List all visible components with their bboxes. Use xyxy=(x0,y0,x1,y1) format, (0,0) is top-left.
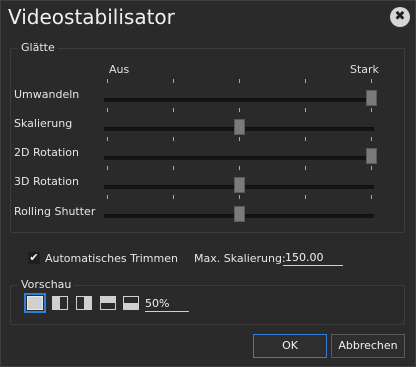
split-horizontal-bottom-icon[interactable] xyxy=(123,296,139,310)
scale-max-label: Stark xyxy=(350,63,379,76)
slider-label-3d-rotation: 3D Rotation xyxy=(14,175,79,188)
slider-tick xyxy=(239,166,240,170)
slider-tick xyxy=(173,137,174,141)
slider-tick xyxy=(305,166,306,170)
split-horizontal-top-icon[interactable] xyxy=(100,296,116,310)
slider-track xyxy=(104,98,374,102)
scale-min-label: Aus xyxy=(109,63,130,76)
slider-transform[interactable] xyxy=(104,79,377,107)
slider-track xyxy=(104,156,374,160)
slider-tick xyxy=(173,166,174,170)
slider-thumb[interactable] xyxy=(234,119,245,135)
slider-thumb[interactable] xyxy=(234,177,245,193)
preview-group-title: Vorschau xyxy=(18,278,75,291)
single-view-icon[interactable] xyxy=(24,293,46,313)
slider-thumb[interactable] xyxy=(366,148,377,164)
slider-label-scaling: Skalierung xyxy=(14,117,73,130)
split-vertical-right-icon[interactable] xyxy=(76,296,92,310)
slider-tick xyxy=(305,137,306,141)
close-icon[interactable]: ✖ xyxy=(390,7,410,27)
slider-tick xyxy=(107,195,108,199)
slider-tick xyxy=(371,79,372,83)
slider-rolling-shutter[interactable] xyxy=(104,195,374,223)
slider-thumb[interactable] xyxy=(234,206,245,222)
slider-tick xyxy=(173,108,174,112)
slider-label-2d-rotation: 2D Rotation xyxy=(14,146,79,159)
slider-label-transform: Umwandeln xyxy=(14,88,80,101)
slider-label-rolling-shutter: Rolling Shutter xyxy=(14,205,96,218)
cancel-button[interactable]: Abbrechen xyxy=(331,334,405,358)
max-scaling-input[interactable]: 150.00 xyxy=(283,251,343,266)
ok-button[interactable]: OK xyxy=(253,334,327,358)
slider-tick xyxy=(173,79,174,83)
preview-group: Vorschau xyxy=(10,278,405,325)
slider-thumb[interactable] xyxy=(366,90,377,106)
auto-trim-checkbox[interactable]: ✔ xyxy=(28,252,40,264)
video-stabilizer-dialog: Videostabilisator ✖ Glätte Aus Stark Umw… xyxy=(0,0,416,367)
slider-tick xyxy=(107,137,108,141)
slider-tick xyxy=(239,137,240,141)
dialog-title: Videostabilisator xyxy=(8,5,175,29)
slider-tick xyxy=(239,195,240,199)
slider-tick xyxy=(371,195,372,199)
slider-tick xyxy=(239,79,240,83)
max-scaling-label: Max. Skalierung: xyxy=(194,252,286,265)
slider-tick xyxy=(371,137,372,141)
preview-zoom-input[interactable]: 50% xyxy=(145,297,189,312)
auto-trim-label: Automatisches Trimmen xyxy=(45,252,178,265)
slider-scaling[interactable] xyxy=(104,108,374,136)
slider-tick xyxy=(173,195,174,199)
slider-tick xyxy=(239,108,240,112)
slider-tick xyxy=(305,195,306,199)
slider-tick xyxy=(107,79,108,83)
slider-tick xyxy=(371,108,372,112)
slider-tick xyxy=(107,166,108,170)
slider-tick xyxy=(305,108,306,112)
slider-3d-rotation[interactable] xyxy=(104,166,374,194)
smoothness-group-title: Glätte xyxy=(18,41,58,54)
slider-tick xyxy=(305,79,306,83)
slider-tick xyxy=(371,166,372,170)
split-vertical-left-icon[interactable] xyxy=(52,296,68,310)
slider-tick xyxy=(107,108,108,112)
slider-2d-rotation[interactable] xyxy=(104,137,377,165)
